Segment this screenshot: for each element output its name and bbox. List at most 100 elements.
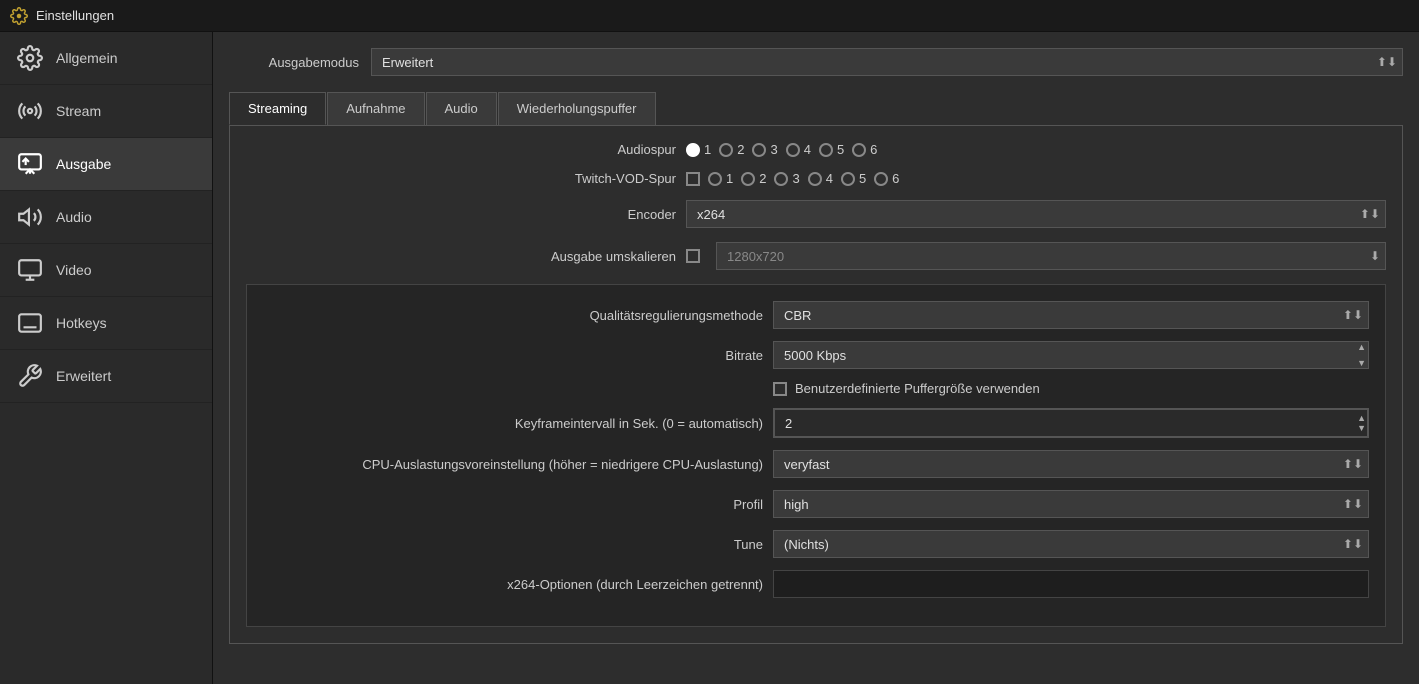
tab-bar: Streaming Aufnahme Audio Wiederholungspu… xyxy=(229,92,1403,125)
audiospur-radio-6[interactable]: 6 xyxy=(852,142,877,157)
gear-icon xyxy=(16,44,44,72)
twitch-radio-circle-4 xyxy=(808,172,822,186)
cpu-select[interactable]: veryfast superfast ultrafast faster fast… xyxy=(773,450,1369,478)
cpu-label: CPU-Auslastungsvoreinstellung (höher = n… xyxy=(263,457,763,472)
sidebar-item-video[interactable]: Video xyxy=(0,244,212,297)
keyframe-up-arrow[interactable]: ▲ xyxy=(1357,413,1366,423)
twitch-radio-4[interactable]: 4 xyxy=(808,171,833,186)
radio-circle-2 xyxy=(719,143,733,157)
umskalieren-checkbox-box xyxy=(686,249,700,263)
profil-label: Profil xyxy=(263,497,763,512)
twitch-radio-5[interactable]: 5 xyxy=(841,171,866,186)
tune-select-wrapper: (Nichts) film animation ⬆⬇ xyxy=(773,530,1369,558)
puffer-checkbox[interactable] xyxy=(773,382,787,396)
umskalieren-select[interactable]: 1280x720 xyxy=(716,242,1386,270)
output-mode-select-wrapper: Erweitert Einfach ⬆⬇ xyxy=(371,48,1403,76)
twitch-radio-circle-5 xyxy=(841,172,855,186)
output-mode-select[interactable]: Erweitert Einfach xyxy=(371,48,1403,76)
tab-audio[interactable]: Audio xyxy=(426,92,497,125)
audiospur-radio-1[interactable]: 1 xyxy=(686,142,711,157)
twitch-radio-circle-1 xyxy=(708,172,722,186)
encoder-select-wrapper: x264 NVENC ⬆⬇ xyxy=(686,200,1386,228)
keyframe-input[interactable] xyxy=(774,409,1368,437)
audiospur-radio-group: 1 2 3 4 5 xyxy=(686,142,877,157)
twitch-label: Twitch-VOD-Spur xyxy=(246,171,676,186)
twitch-radio-6[interactable]: 6 xyxy=(874,171,899,186)
twitch-radio-group: 1 2 3 4 5 xyxy=(686,171,899,186)
twitch-radio-1[interactable]: 1 xyxy=(708,171,733,186)
keyboard-icon xyxy=(16,309,44,337)
audiospur-radio-3[interactable]: 3 xyxy=(752,142,777,157)
bitrate-down-arrow[interactable]: ▼ xyxy=(1357,358,1366,368)
sidebar-item-hotkeys[interactable]: Hotkeys xyxy=(0,297,212,350)
twitch-radio-3[interactable]: 3 xyxy=(774,171,799,186)
radio-circle-3 xyxy=(752,143,766,157)
umskalieren-label: Ausgabe umskalieren xyxy=(246,249,676,264)
twitch-radio-2[interactable]: 2 xyxy=(741,171,766,186)
sidebar-label-allgemein: Allgemein xyxy=(56,50,117,66)
stream-icon xyxy=(16,97,44,125)
audiospur-label-5: 5 xyxy=(837,142,844,157)
bitrate-select-wrapper: ▲ ▼ xyxy=(773,341,1369,369)
x264-input[interactable] xyxy=(773,570,1369,598)
radio-circle-1 xyxy=(686,143,700,157)
puffer-row: Benutzerdefinierte Puffergröße verwenden xyxy=(263,381,1369,396)
x264-input-wrapper xyxy=(773,570,1369,598)
sidebar-item-allgemein[interactable]: Allgemein xyxy=(0,32,212,85)
encoder-label: Encoder xyxy=(246,207,676,222)
audiospur-radio-2[interactable]: 2 xyxy=(719,142,744,157)
profil-select[interactable]: high main baseline xyxy=(773,490,1369,518)
bitrate-label: Bitrate xyxy=(263,348,763,363)
twitch-row: Twitch-VOD-Spur 1 2 3 xyxy=(246,171,1386,186)
sidebar-label-hotkeys: Hotkeys xyxy=(56,315,107,331)
twitch-label-3: 3 xyxy=(792,171,799,186)
tab-streaming[interactable]: Streaming xyxy=(229,92,326,125)
sidebar-item-ausgabe[interactable]: Ausgabe xyxy=(0,138,212,191)
twitch-radio-circle-6 xyxy=(874,172,888,186)
sidebar-label-video: Video xyxy=(56,262,92,278)
audio-icon xyxy=(16,203,44,231)
sidebar-item-audio[interactable]: Audio xyxy=(0,191,212,244)
settings-icon xyxy=(10,7,28,25)
sidebar: Allgemein Stream xyxy=(0,32,213,684)
twitch-radio-circle-2 xyxy=(741,172,755,186)
profil-select-wrapper: high main baseline ⬆⬇ xyxy=(773,490,1369,518)
audiospur-row: Audiospur 1 2 3 xyxy=(246,142,1386,157)
sidebar-label-audio: Audio xyxy=(56,209,92,225)
umskalieren-checkbox[interactable] xyxy=(686,249,700,263)
content-area: Ausgabemodus Erweitert Einfach ⬆⬇ Stream… xyxy=(213,32,1419,684)
wrench-icon xyxy=(16,362,44,390)
twitch-label-2: 2 xyxy=(759,171,766,186)
keyframe-select-wrapper: ▲ ▼ xyxy=(773,408,1369,438)
twitch-radio-circle-3 xyxy=(774,172,788,186)
keyframe-spinner: ▲ ▼ xyxy=(1357,413,1366,433)
puffer-checkbox-box xyxy=(773,382,787,396)
main-layout: Allgemein Stream xyxy=(0,32,1419,684)
twitch-label-5: 5 xyxy=(859,171,866,186)
tab-aufnahme[interactable]: Aufnahme xyxy=(327,92,424,125)
cpu-row: CPU-Auslastungsvoreinstellung (höher = n… xyxy=(263,450,1369,478)
audiospur-label-2: 2 xyxy=(737,142,744,157)
audiospur-label-1: 1 xyxy=(704,142,711,157)
bitrate-up-arrow[interactable]: ▲ xyxy=(1357,342,1366,352)
encoder-row: Encoder x264 NVENC ⬆⬇ xyxy=(246,200,1386,228)
qualitat-select[interactable]: CBR VBR ABR xyxy=(773,301,1369,329)
sidebar-item-erweitert[interactable]: Erweitert xyxy=(0,350,212,403)
twitch-checkbox[interactable] xyxy=(686,172,700,186)
twitch-label-1: 1 xyxy=(726,171,733,186)
keyframe-down-arrow[interactable]: ▼ xyxy=(1357,423,1366,433)
encoder-select[interactable]: x264 NVENC xyxy=(686,200,1386,228)
qualitat-row: Qualitätsregulierungsmethode CBR VBR ABR… xyxy=(263,301,1369,329)
bitrate-input[interactable] xyxy=(773,341,1369,369)
audiospur-radio-5[interactable]: 5 xyxy=(819,142,844,157)
audiospur-radio-4[interactable]: 4 xyxy=(786,142,811,157)
x264-row: x264-Optionen (durch Leerzeichen getrenn… xyxy=(263,570,1369,598)
sidebar-item-stream[interactable]: Stream xyxy=(0,85,212,138)
sidebar-label-erweitert: Erweitert xyxy=(56,368,111,384)
window-title: Einstellungen xyxy=(36,8,114,23)
audiospur-label: Audiospur xyxy=(246,142,676,157)
tune-select[interactable]: (Nichts) film animation xyxy=(773,530,1369,558)
audiospur-label-4: 4 xyxy=(804,142,811,157)
output-mode-label: Ausgabemodus xyxy=(229,55,359,70)
tab-wiederholungspuffer[interactable]: Wiederholungspuffer xyxy=(498,92,656,125)
